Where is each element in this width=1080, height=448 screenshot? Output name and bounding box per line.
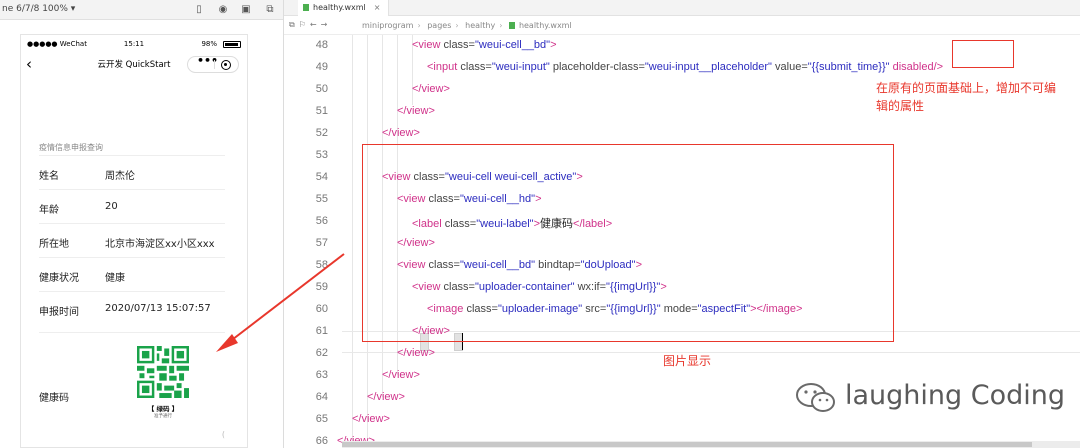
- health-code-caption: 【 绿码 】: [147, 405, 179, 413]
- code-text[interactable]: </view>: [352, 413, 390, 425]
- code-text[interactable]: </view>: [397, 105, 435, 117]
- status-bar: ●●●●● WeChat 15:11 98%: [21, 35, 247, 53]
- breadcrumb-path: miniprogram › pages › healthy › healthy.wxm…: [362, 21, 572, 30]
- forward-arrow-icon[interactable]: →: [321, 20, 332, 29]
- line-number: 49: [315, 61, 328, 73]
- editor-nav-icons: ⧉⚐←→: [289, 20, 331, 30]
- wxml-file-icon: [508, 22, 515, 29]
- code-text[interactable]: <view class="weui-cell__bd">: [412, 39, 557, 51]
- line-number: 59: [315, 281, 328, 293]
- disabled-note-line2: 辑的属性: [876, 99, 925, 113]
- image-display-note: 图片显示: [663, 354, 712, 368]
- field-row-location: 所在地 北京市海淀区xx小区xxx: [39, 223, 225, 257]
- line-number: 48: [315, 39, 328, 51]
- line-number: 52: [315, 127, 328, 139]
- qr-code-icon: [137, 346, 189, 398]
- line-number: 51: [315, 105, 328, 117]
- split-editor-icon[interactable]: ⧉: [289, 20, 299, 29]
- code-text[interactable]: </view>: [382, 127, 420, 139]
- field-label: 年龄: [39, 205, 59, 216]
- field-label: 姓名: [39, 171, 59, 182]
- line-number: 65: [315, 413, 328, 425]
- field-row-submit-time: 申报时间 2020/07/13 15:07:57: [39, 291, 225, 325]
- code-line[interactable]: 52 </view>: [284, 123, 1080, 145]
- line-number: 50: [315, 83, 328, 95]
- field-label: 所在地: [39, 239, 69, 250]
- scroll-indicator: (: [221, 430, 225, 439]
- record-icon[interactable]: ◉: [217, 4, 229, 16]
- disabled-attribute-highlight: [952, 40, 1014, 68]
- breadcrumb-item[interactable]: healthy: [465, 21, 495, 30]
- disabled-note-line1: 在原有的页面基础上，增加不可编: [876, 81, 1057, 95]
- submit-time-input: 2020/07/13 15:07:57: [105, 303, 211, 314]
- line-number: 63: [315, 369, 328, 381]
- line-number: 66: [315, 435, 328, 447]
- line-number: 58: [315, 259, 328, 271]
- tab-label: healthy.wxml: [313, 3, 366, 12]
- line-number: 54: [315, 171, 328, 183]
- line-number: 60: [315, 303, 328, 315]
- code-text[interactable]: </view>: [382, 369, 420, 381]
- wxml-file-icon: [303, 4, 309, 11]
- field-row-health: 健康状况 健康: [39, 257, 225, 291]
- field-label: 健康状况: [39, 273, 79, 284]
- code-text[interactable]: </view>: [367, 391, 405, 403]
- simulator-toolbar: ne 6/7/8 100% ▾ ▯ ◉ ▣ ⧉: [0, 0, 283, 20]
- disabled-note: 在原有的页面基础上，增加不可编 辑的属性: [876, 79, 1056, 115]
- field-row-age: 年龄 20: [39, 189, 225, 223]
- breadcrumb-item[interactable]: miniprogram: [362, 21, 413, 30]
- close-tab-icon[interactable]: ×: [374, 3, 381, 12]
- line-number: 56: [315, 215, 328, 227]
- field-label: 申报时间: [39, 307, 79, 318]
- line-number: 55: [315, 193, 328, 205]
- line-number: 57: [315, 237, 328, 249]
- line-number: 64: [315, 391, 328, 403]
- health-code-row[interactable]: 健康码 【 绿码 】 准予通行: [39, 332, 225, 447]
- field-value: 周杰伦: [105, 171, 135, 182]
- line-number: 53: [315, 149, 328, 161]
- line-number: 61: [315, 325, 328, 337]
- health-code-label: 健康码: [39, 393, 69, 404]
- bookmark-icon[interactable]: ⚐: [299, 20, 310, 29]
- preview-icon[interactable]: ▣: [240, 4, 252, 16]
- code-text[interactable]: <input class="weui-input" placeholder-cl…: [427, 61, 943, 73]
- detach-icon[interactable]: ⧉: [264, 4, 276, 16]
- breadcrumb-item[interactable]: pages: [427, 21, 451, 30]
- line-number: 62: [315, 347, 328, 359]
- back-arrow-icon[interactable]: ←: [310, 20, 321, 29]
- field-row-name: 姓名 周杰伦: [39, 155, 225, 189]
- phone-icon[interactable]: ▯: [193, 4, 205, 16]
- phone-simulator: ●●●●● WeChat 15:11 98% ‹ 云开发 QuickStart …: [20, 34, 248, 448]
- device-selector[interactable]: ne 6/7/8 100% ▾: [2, 4, 75, 14]
- tab-healthy-wxml[interactable]: healthy.wxml ×: [298, 0, 390, 16]
- breadcrumb-item[interactable]: healthy.wxml: [519, 21, 572, 30]
- field-value: 北京市海淀区xx小区xxx: [105, 239, 215, 250]
- horizontal-scrollbar[interactable]: [342, 441, 1080, 448]
- battery-icon: [223, 41, 241, 48]
- menu-capsule: •••: [187, 54, 239, 73]
- nav-bar: ‹ 云开发 QuickStart •••: [21, 53, 247, 75]
- breadcrumb: ⧉⚐←→ miniprogram › pages › healthy › health…: [284, 16, 1080, 35]
- watermark: laughing Coding: [795, 378, 1065, 418]
- battery-percent: 98%: [201, 40, 217, 48]
- capsule-divider: [214, 60, 215, 69]
- health-code-image[interactable]: 【 绿码 】 准予通行: [137, 346, 217, 434]
- field-value: 20: [105, 201, 118, 212]
- code-text[interactable]: </view>: [412, 83, 450, 95]
- watermark-text: laughing Coding: [845, 380, 1066, 411]
- image-code-highlight: [362, 144, 894, 342]
- health-code-subtext: 准予通行: [154, 414, 172, 419]
- field-value: 健康: [105, 273, 125, 284]
- editor-tab-bar: healthy.wxml ×: [284, 0, 1080, 16]
- scrollbar-thumb[interactable]: [342, 442, 1032, 447]
- code-text[interactable]: </view>: [397, 347, 435, 359]
- section-title: 疫情信息申报查询: [39, 143, 103, 152]
- wechat-icon: [796, 383, 835, 412]
- close-miniprogram-icon[interactable]: [221, 60, 231, 70]
